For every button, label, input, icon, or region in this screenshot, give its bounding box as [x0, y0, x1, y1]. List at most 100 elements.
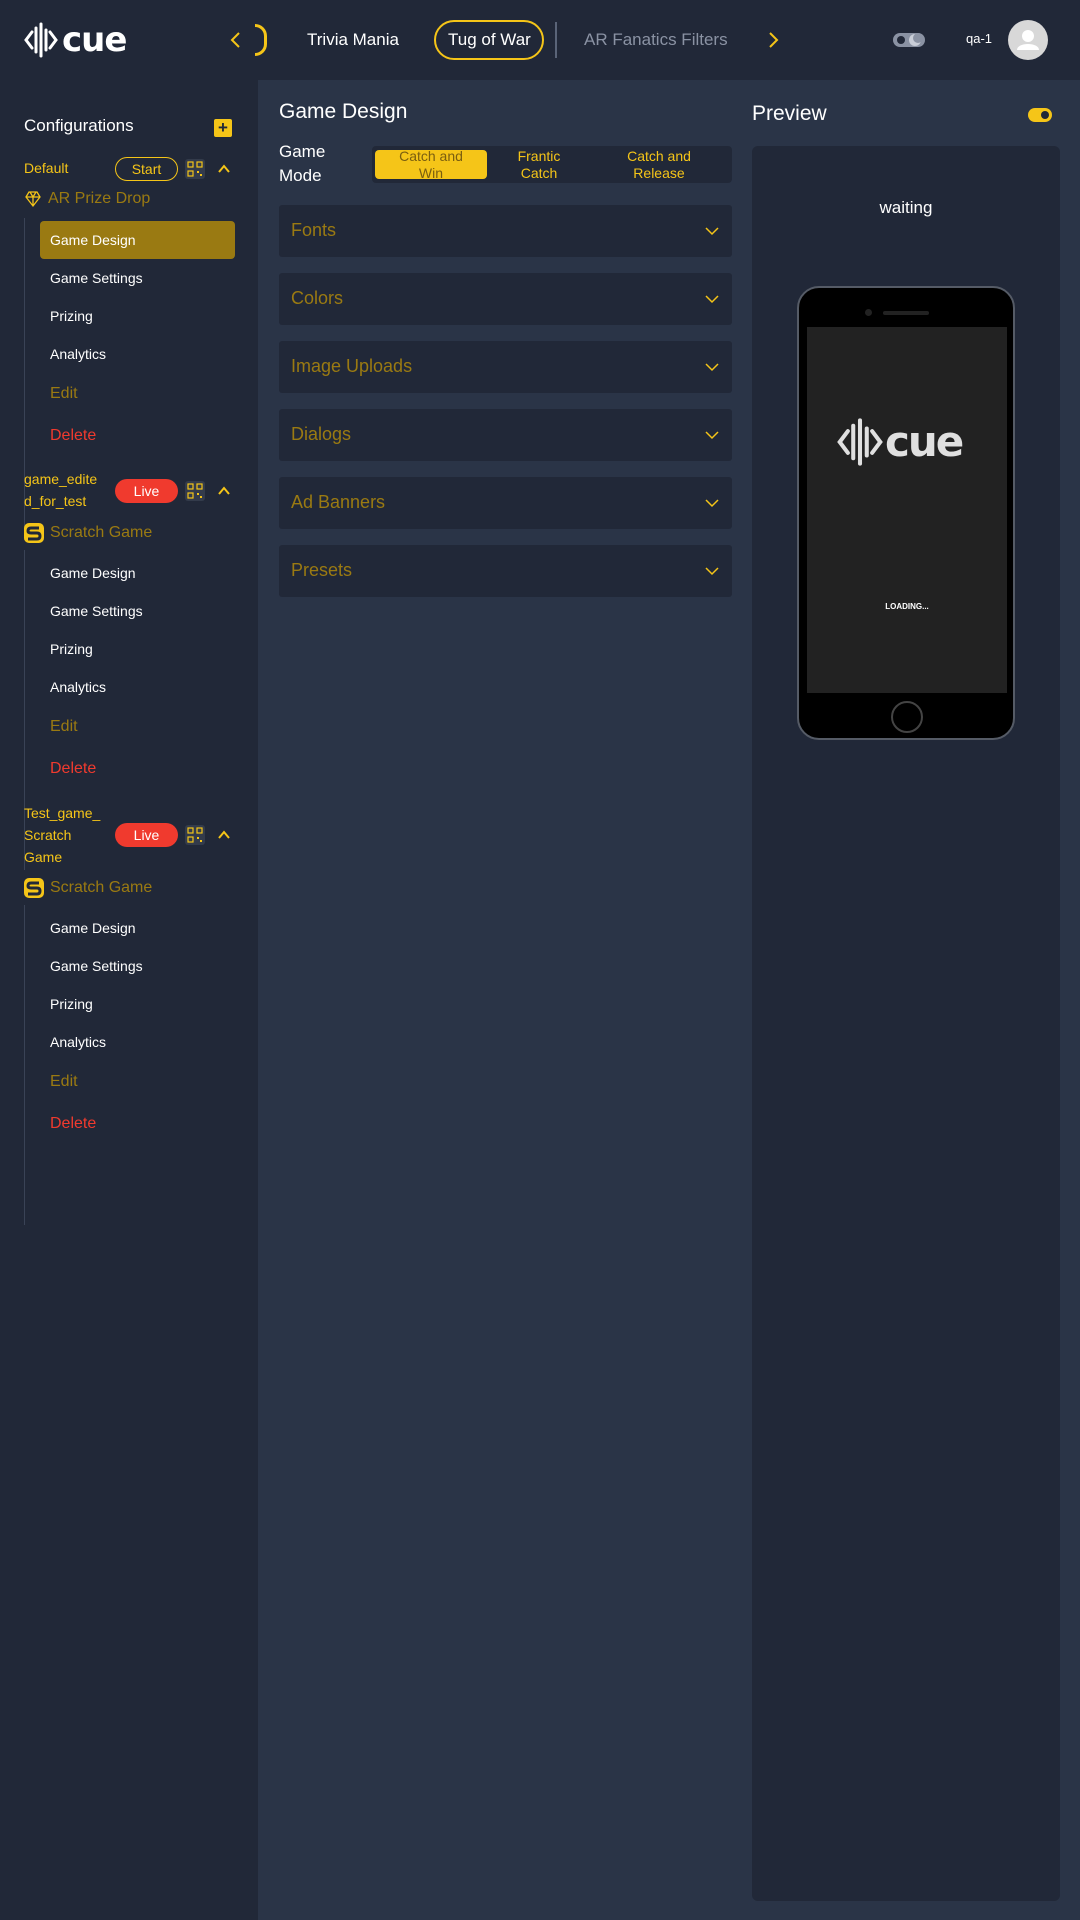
accordion-presets[interactable]: Presets — [279, 545, 732, 597]
phone-mockup: cue LOADING... — [797, 286, 1015, 740]
mode-option-line-2: Catch — [520, 164, 558, 180]
chevron-down-icon — [705, 499, 719, 508]
mode-option-catch-and-release[interactable]: Catch and Release — [591, 150, 727, 179]
sidebar-item-game-design[interactable]: Game Design — [40, 221, 235, 259]
config-name-line-2[interactable]: Scratch — [24, 824, 71, 846]
game-type-scratch-game[interactable]: Scratch Game — [24, 878, 152, 898]
tab-divider — [555, 22, 557, 58]
accordion-dialogs[interactable]: Dialogs — [279, 409, 732, 461]
accordion-ad-banners[interactable]: Ad Banners — [279, 477, 732, 529]
config-name-line-3[interactable]: Game — [24, 846, 62, 868]
configurations-title: Configurations — [24, 116, 134, 135]
phone-speaker — [883, 311, 929, 315]
page-title: Game Design — [279, 100, 408, 123]
chevron-down-icon — [705, 227, 719, 236]
live-badge: Live — [115, 479, 178, 503]
theme-toggle-icon[interactable] — [893, 30, 925, 50]
tabs-prev-button[interactable] — [222, 26, 250, 54]
avatar[interactable] — [1008, 20, 1048, 60]
game-type-scratch-game[interactable]: Scratch Game — [24, 523, 152, 543]
cue-waveform-icon — [837, 418, 883, 466]
accordion-label: Fonts — [291, 220, 337, 240]
sidebar-item-analytics[interactable]: Analytics — [40, 1023, 235, 1061]
tab-trivia-mania[interactable]: Trivia Mania — [293, 20, 413, 60]
game-mode-selector: Catch and Win Frantic Catch Catch and Re… — [372, 146, 732, 183]
sidebar-item-delete[interactable]: Delete — [40, 1105, 235, 1143]
chevron-up-icon[interactable] — [215, 826, 233, 844]
config-name[interactable]: Default — [24, 157, 68, 179]
top-bar: cue Trivia Mania Tug of War AR Fanatics … — [0, 0, 1080, 80]
sidebar-item-game-design[interactable]: Game Design — [40, 909, 235, 947]
sidebar-item-analytics[interactable]: Analytics — [40, 335, 235, 373]
chevron-right-icon — [769, 32, 779, 48]
accordion-label: Dialogs — [291, 424, 352, 444]
tabs-next-button[interactable] — [759, 26, 787, 54]
chevron-down-icon — [705, 567, 719, 576]
cue-logo[interactable]: cue — [24, 20, 127, 60]
preview-toggle[interactable] — [1028, 108, 1052, 122]
sidebar-item-game-settings[interactable]: Game Settings — [40, 259, 235, 297]
cue-waveform-icon — [24, 22, 58, 58]
game-type-label: Scratch Game — [50, 879, 153, 896]
sidebar-item-delete[interactable]: Delete — [40, 417, 235, 455]
plus-icon: + — [218, 118, 228, 137]
qr-code-icon[interactable] — [185, 481, 205, 501]
loading-text: LOADING... — [885, 602, 929, 611]
tab-partial-hidden[interactable] — [255, 24, 267, 56]
logo-text: cue — [62, 20, 127, 60]
sidebar-item-edit[interactable]: Edit — [40, 708, 235, 746]
sidebar-item-prizing[interactable]: Prizing — [40, 985, 235, 1023]
screen-logo-text: cue — [885, 417, 964, 466]
mode-option-catch-and-win[interactable]: Catch and Win — [375, 150, 487, 179]
game-mode-label-line-1: Game — [279, 142, 326, 161]
sidebar-item-analytics[interactable]: Analytics — [40, 668, 235, 706]
sidebar-item-prizing[interactable]: Prizing — [40, 297, 235, 335]
username[interactable]: qa-1 — [966, 31, 992, 46]
mode-option-line-2: Release — [633, 164, 685, 180]
config-name[interactable]: game_edite — [24, 468, 97, 490]
chevron-up-icon[interactable] — [215, 482, 233, 500]
scratch-s-icon — [24, 523, 44, 543]
main-panel: Game Design Game Mode Catch and Win Fran… — [258, 80, 1080, 1920]
sidebar-item-edit[interactable]: Edit — [40, 375, 235, 413]
config-name[interactable]: Test_game_ — [24, 802, 100, 824]
live-badge: Live — [115, 823, 178, 847]
chevron-down-icon — [705, 363, 719, 372]
accordion-colors[interactable]: Colors — [279, 273, 732, 325]
sidebar-item-delete[interactable]: Delete — [40, 750, 235, 788]
mode-option-line-2: Win — [418, 164, 444, 180]
qr-code-icon[interactable] — [185, 825, 205, 845]
config-name-line-2[interactable]: d_for_test — [24, 490, 86, 512]
chevron-up-icon[interactable] — [215, 160, 233, 178]
accordion-label: Image Uploads — [291, 356, 413, 376]
sidebar-item-edit[interactable]: Edit — [40, 1063, 235, 1101]
sidebar-item-game-settings[interactable]: Game Settings — [40, 947, 235, 985]
phone-camera — [865, 309, 872, 316]
add-configuration-button[interactable]: + — [214, 119, 232, 137]
tree-line — [24, 905, 25, 1225]
game-type-ar-prize-drop[interactable]: AR Prize Drop — [24, 190, 150, 208]
tab-tug-of-war[interactable]: Tug of War — [434, 20, 544, 60]
chevron-left-icon — [230, 32, 240, 48]
sidebar-item-game-design[interactable]: Game Design — [40, 554, 235, 592]
mode-option-frantic-catch[interactable]: Frantic Catch — [487, 150, 591, 179]
accordion-image-uploads[interactable]: Image Uploads — [279, 341, 732, 393]
diamond-icon — [25, 191, 41, 208]
sidebar-item-prizing[interactable]: Prizing — [40, 630, 235, 668]
sidebar-item-game-settings[interactable]: Game Settings — [40, 592, 235, 630]
phone-home-button — [891, 701, 923, 733]
accordion-label: Ad Banners — [291, 492, 386, 512]
mode-option-line-1: Catch and — [627, 150, 691, 164]
accordion-fonts[interactable]: Fonts — [279, 205, 732, 257]
start-button[interactable]: Start — [115, 157, 178, 181]
scratch-s-icon — [24, 878, 44, 898]
accordion-label: Presets — [291, 560, 353, 580]
game-mode-label-line-2: Mode — [279, 166, 322, 185]
mode-option-line-1: Catch and — [399, 150, 463, 164]
qr-code-icon[interactable] — [185, 159, 205, 179]
tab-ar-fanatics-filters[interactable]: AR Fanatics Filters — [570, 20, 742, 60]
screen-logo: cue — [837, 417, 964, 467]
phone-screen[interactable]: cue LOADING... — [807, 327, 1007, 693]
mode-option-line-1: Frantic — [517, 150, 561, 164]
chevron-down-icon — [705, 295, 719, 304]
